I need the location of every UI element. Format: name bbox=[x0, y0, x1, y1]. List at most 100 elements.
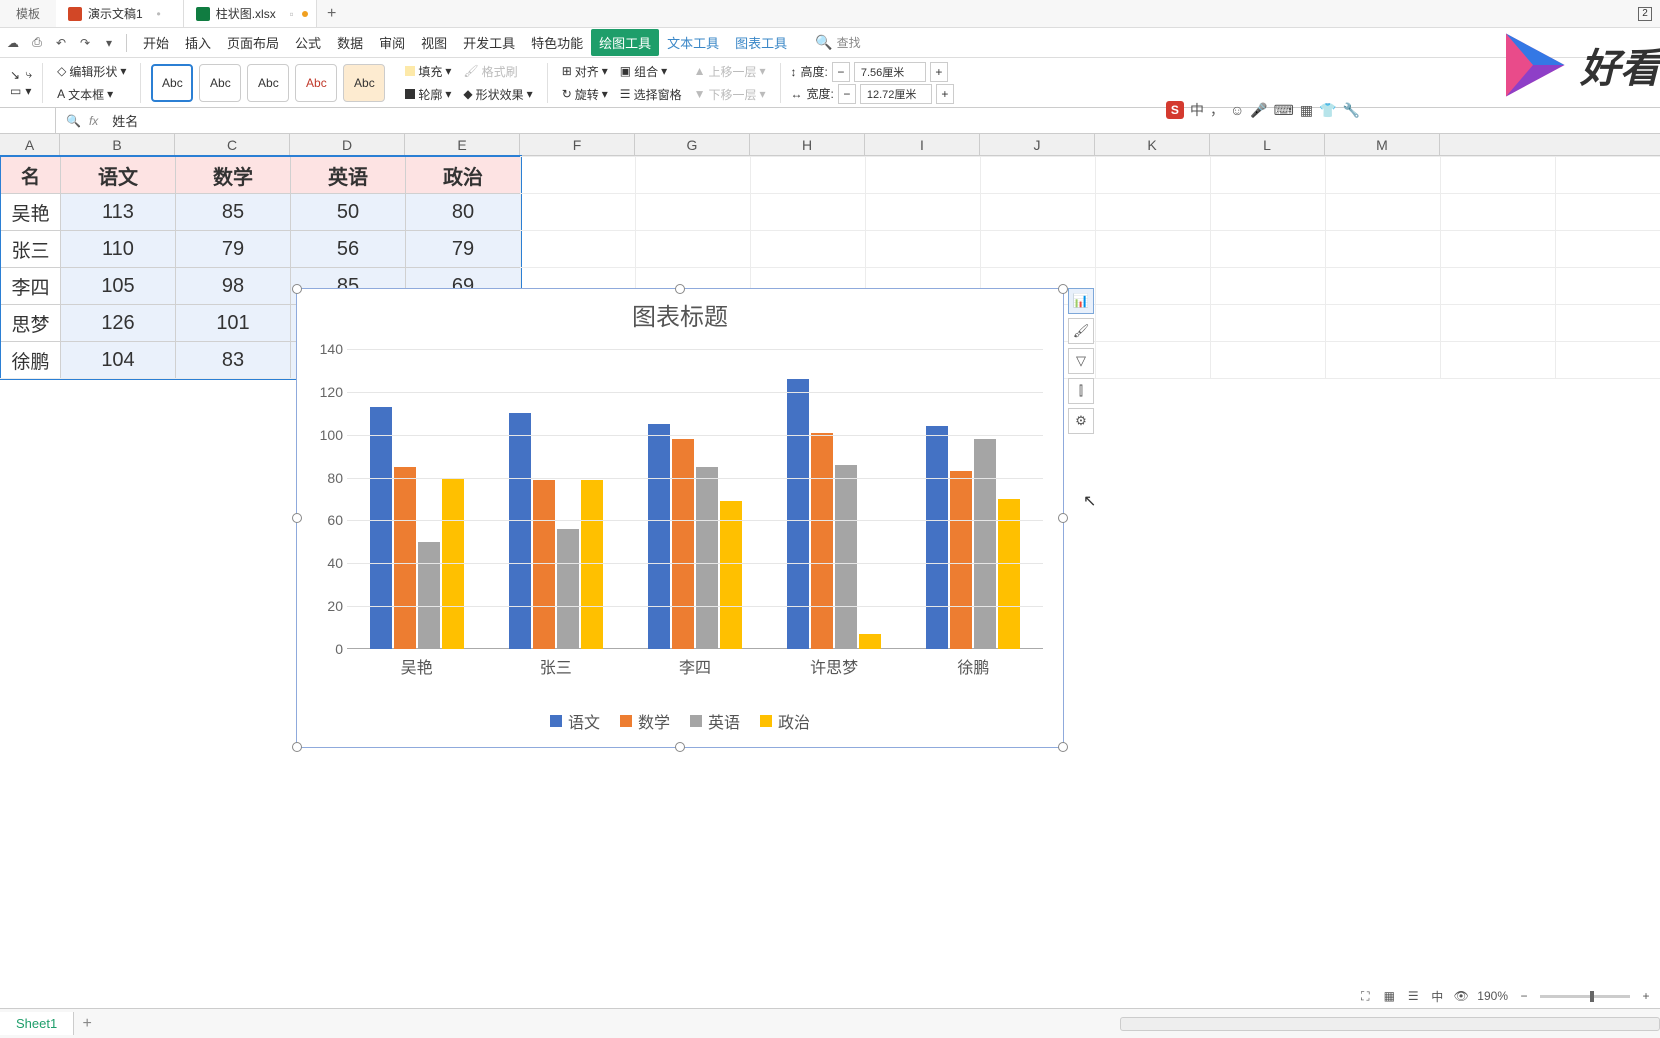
spreadsheet-grid[interactable]: ABCDEFGHIJKLM 名语文数学英语政治吴艳113855080张三1107… bbox=[0, 134, 1660, 914]
bar[interactable] bbox=[581, 480, 603, 649]
tab-text-tools[interactable]: 文本工具 bbox=[659, 29, 727, 56]
redo-icon[interactable]: ↷ bbox=[76, 34, 94, 52]
ime-pad-icon[interactable]: ▦ bbox=[1300, 102, 1313, 119]
bar[interactable] bbox=[394, 467, 416, 649]
edit-shape-button[interactable]: ◇编辑形状▾ bbox=[53, 61, 130, 82]
fullscreen-icon[interactable]: ⛶ bbox=[1357, 988, 1373, 1004]
fx-search-icon[interactable]: 🔍 bbox=[66, 114, 81, 128]
column-header[interactable]: M bbox=[1325, 134, 1440, 155]
width-decrement[interactable]: − bbox=[838, 84, 856, 104]
eye-icon[interactable]: 👁 bbox=[1453, 988, 1469, 1004]
chart-object[interactable]: 图表标题 020406080100120140 吴艳张三李四许思梦徐鹏 语文数学… bbox=[296, 288, 1064, 748]
ime-voice-icon[interactable]: 🎤 bbox=[1250, 102, 1267, 119]
table-cell[interactable]: 110 bbox=[61, 231, 176, 268]
style-4[interactable]: Abc bbox=[295, 64, 337, 102]
bar[interactable] bbox=[926, 426, 948, 649]
selection-pane-button[interactable]: ☰选择窗格 bbox=[616, 84, 686, 105]
legend-item[interactable]: 数学 bbox=[620, 709, 670, 733]
outline-button[interactable]: 轮廓▾ bbox=[401, 84, 455, 105]
bar[interactable] bbox=[950, 471, 972, 649]
menu-start[interactable]: 开始 bbox=[135, 29, 177, 56]
table-cell[interactable]: 98 bbox=[176, 268, 291, 305]
resize-handle[interactable] bbox=[1058, 742, 1068, 752]
column-header[interactable]: A bbox=[0, 134, 60, 155]
column-header[interactable]: K bbox=[1095, 134, 1210, 155]
tab-spreadsheet[interactable]: 柱状图.xlsx ▫ bbox=[184, 0, 317, 27]
filter-icon[interactable]: ▽ bbox=[1068, 348, 1094, 374]
table-cell[interactable]: 101 bbox=[176, 305, 291, 342]
table-cell[interactable]: 105 bbox=[61, 268, 176, 305]
shape-line-icon[interactable]: ↘ bbox=[10, 68, 21, 82]
column-header[interactable]: B bbox=[60, 134, 175, 155]
menu-view[interactable]: 视图 bbox=[413, 29, 455, 56]
menu-formula[interactable]: 公式 bbox=[287, 29, 329, 56]
ime-skin-icon[interactable]: 👕 bbox=[1319, 102, 1336, 119]
height-input[interactable]: 7.56厘米 bbox=[854, 62, 926, 82]
table-cell[interactable]: 张三 bbox=[1, 231, 61, 268]
ime-punct-icon[interactable]: ， bbox=[1210, 100, 1224, 120]
shape-style-gallery[interactable]: Abc Abc Abc Abc Abc bbox=[145, 64, 391, 102]
chart-plot-area[interactable]: 020406080100120140 bbox=[347, 349, 1043, 649]
column-header[interactable]: C bbox=[175, 134, 290, 155]
ime-settings-icon[interactable]: 🔧 bbox=[1343, 102, 1360, 119]
reading-view-icon[interactable]: 中 bbox=[1429, 988, 1445, 1004]
fx-label[interactable]: fx bbox=[89, 114, 98, 128]
chart-title[interactable]: 图表标题 bbox=[297, 289, 1063, 332]
bar[interactable] bbox=[787, 379, 809, 649]
bar-group[interactable] bbox=[501, 349, 611, 649]
menu-insert[interactable]: 插入 bbox=[177, 29, 219, 56]
page-view-icon[interactable]: ☰ bbox=[1405, 988, 1421, 1004]
chart-legend[interactable]: 语文数学英语政治 bbox=[297, 709, 1063, 733]
menu-dev[interactable]: 开发工具 bbox=[455, 29, 523, 56]
table-cell[interactable]: 79 bbox=[176, 231, 291, 268]
save-icon[interactable]: ☁ bbox=[4, 34, 22, 52]
bar[interactable] bbox=[835, 465, 857, 649]
style-1[interactable]: Abc bbox=[151, 64, 193, 102]
bar[interactable] bbox=[720, 501, 742, 649]
print-icon[interactable]: ⎙ bbox=[28, 34, 46, 52]
bar[interactable] bbox=[696, 467, 718, 649]
resize-handle[interactable] bbox=[675, 742, 685, 752]
table-header-cell[interactable]: 政治 bbox=[406, 157, 521, 194]
align-button[interactable]: ⊞对齐▾ bbox=[558, 61, 612, 82]
templates-tab[interactable]: 模板 bbox=[0, 0, 56, 27]
table-header-cell[interactable]: 语文 bbox=[61, 157, 176, 194]
undo-icon[interactable]: ↶ bbox=[52, 34, 70, 52]
table-cell[interactable]: 吴艳 bbox=[1, 194, 61, 231]
table-cell[interactable]: 李四 bbox=[1, 268, 61, 305]
name-box[interactable] bbox=[0, 108, 56, 133]
zoom-out-icon[interactable]: − bbox=[1516, 988, 1532, 1004]
shape-effects-button[interactable]: ◆形状效果▾ bbox=[459, 84, 536, 105]
bar[interactable] bbox=[998, 499, 1020, 649]
table-cell[interactable]: 79 bbox=[406, 231, 521, 268]
column-header[interactable]: F bbox=[520, 134, 635, 155]
bar-group[interactable] bbox=[362, 349, 472, 649]
legend-item[interactable]: 语文 bbox=[550, 709, 600, 733]
sheet-tab-active[interactable]: Sheet1 bbox=[0, 1012, 74, 1035]
add-tab-button[interactable]: + bbox=[317, 0, 347, 27]
more-icon[interactable]: ▾ bbox=[100, 34, 118, 52]
zoom-level[interactable]: 190% bbox=[1477, 989, 1508, 1003]
bar[interactable] bbox=[974, 439, 996, 649]
column-header[interactable]: L bbox=[1210, 134, 1325, 155]
resize-handle[interactable] bbox=[675, 284, 685, 294]
table-cell[interactable]: 80 bbox=[406, 194, 521, 231]
zoom-in-icon[interactable]: + bbox=[1638, 988, 1654, 1004]
table-cell[interactable]: 85 bbox=[176, 194, 291, 231]
style-2[interactable]: Abc bbox=[199, 64, 241, 102]
ime-keyboard-icon[interactable]: ⌨ bbox=[1274, 102, 1294, 119]
table-cell[interactable]: 徐鹏 bbox=[1, 342, 61, 379]
column-header[interactable]: J bbox=[980, 134, 1095, 155]
bar[interactable] bbox=[533, 480, 555, 649]
rotate-button[interactable]: ↻旋转▾ bbox=[558, 84, 612, 105]
shape-more-icon[interactable]: ▾ bbox=[25, 84, 32, 98]
bar-group[interactable] bbox=[779, 349, 889, 649]
chart-type-icon[interactable]: ⫿ bbox=[1068, 378, 1094, 404]
tab-draw-tools[interactable]: 绘图工具 bbox=[591, 29, 659, 56]
table-cell[interactable]: 83 bbox=[176, 342, 291, 379]
close-icon[interactable]: • bbox=[157, 7, 161, 21]
resize-handle[interactable] bbox=[1058, 513, 1068, 523]
column-header[interactable]: I bbox=[865, 134, 980, 155]
table-cell[interactable]: 50 bbox=[291, 194, 406, 231]
gear-icon[interactable]: ⚙ bbox=[1068, 408, 1094, 434]
